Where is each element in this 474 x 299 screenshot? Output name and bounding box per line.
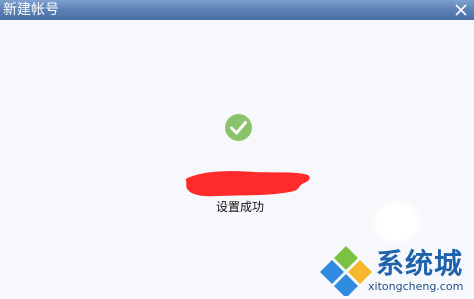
window-title: 新建帐号 <box>3 2 59 18</box>
checkmark-icon <box>225 114 252 141</box>
redaction-mark <box>185 171 310 197</box>
status-message: 设置成功 <box>215 200 264 214</box>
white-smudge <box>372 200 422 244</box>
close-button[interactable] <box>452 1 470 19</box>
windows-logo-icon <box>320 246 372 296</box>
watermark-brand: 系统城 <box>376 247 464 280</box>
dialog-window: 新建帐号 设置成功 系统城 xitongcheng.com <box>0 0 474 299</box>
title-bar: 新建帐号 <box>0 0 474 20</box>
watermark-url: xitongcheng.com <box>368 280 464 293</box>
close-icon <box>455 4 467 16</box>
